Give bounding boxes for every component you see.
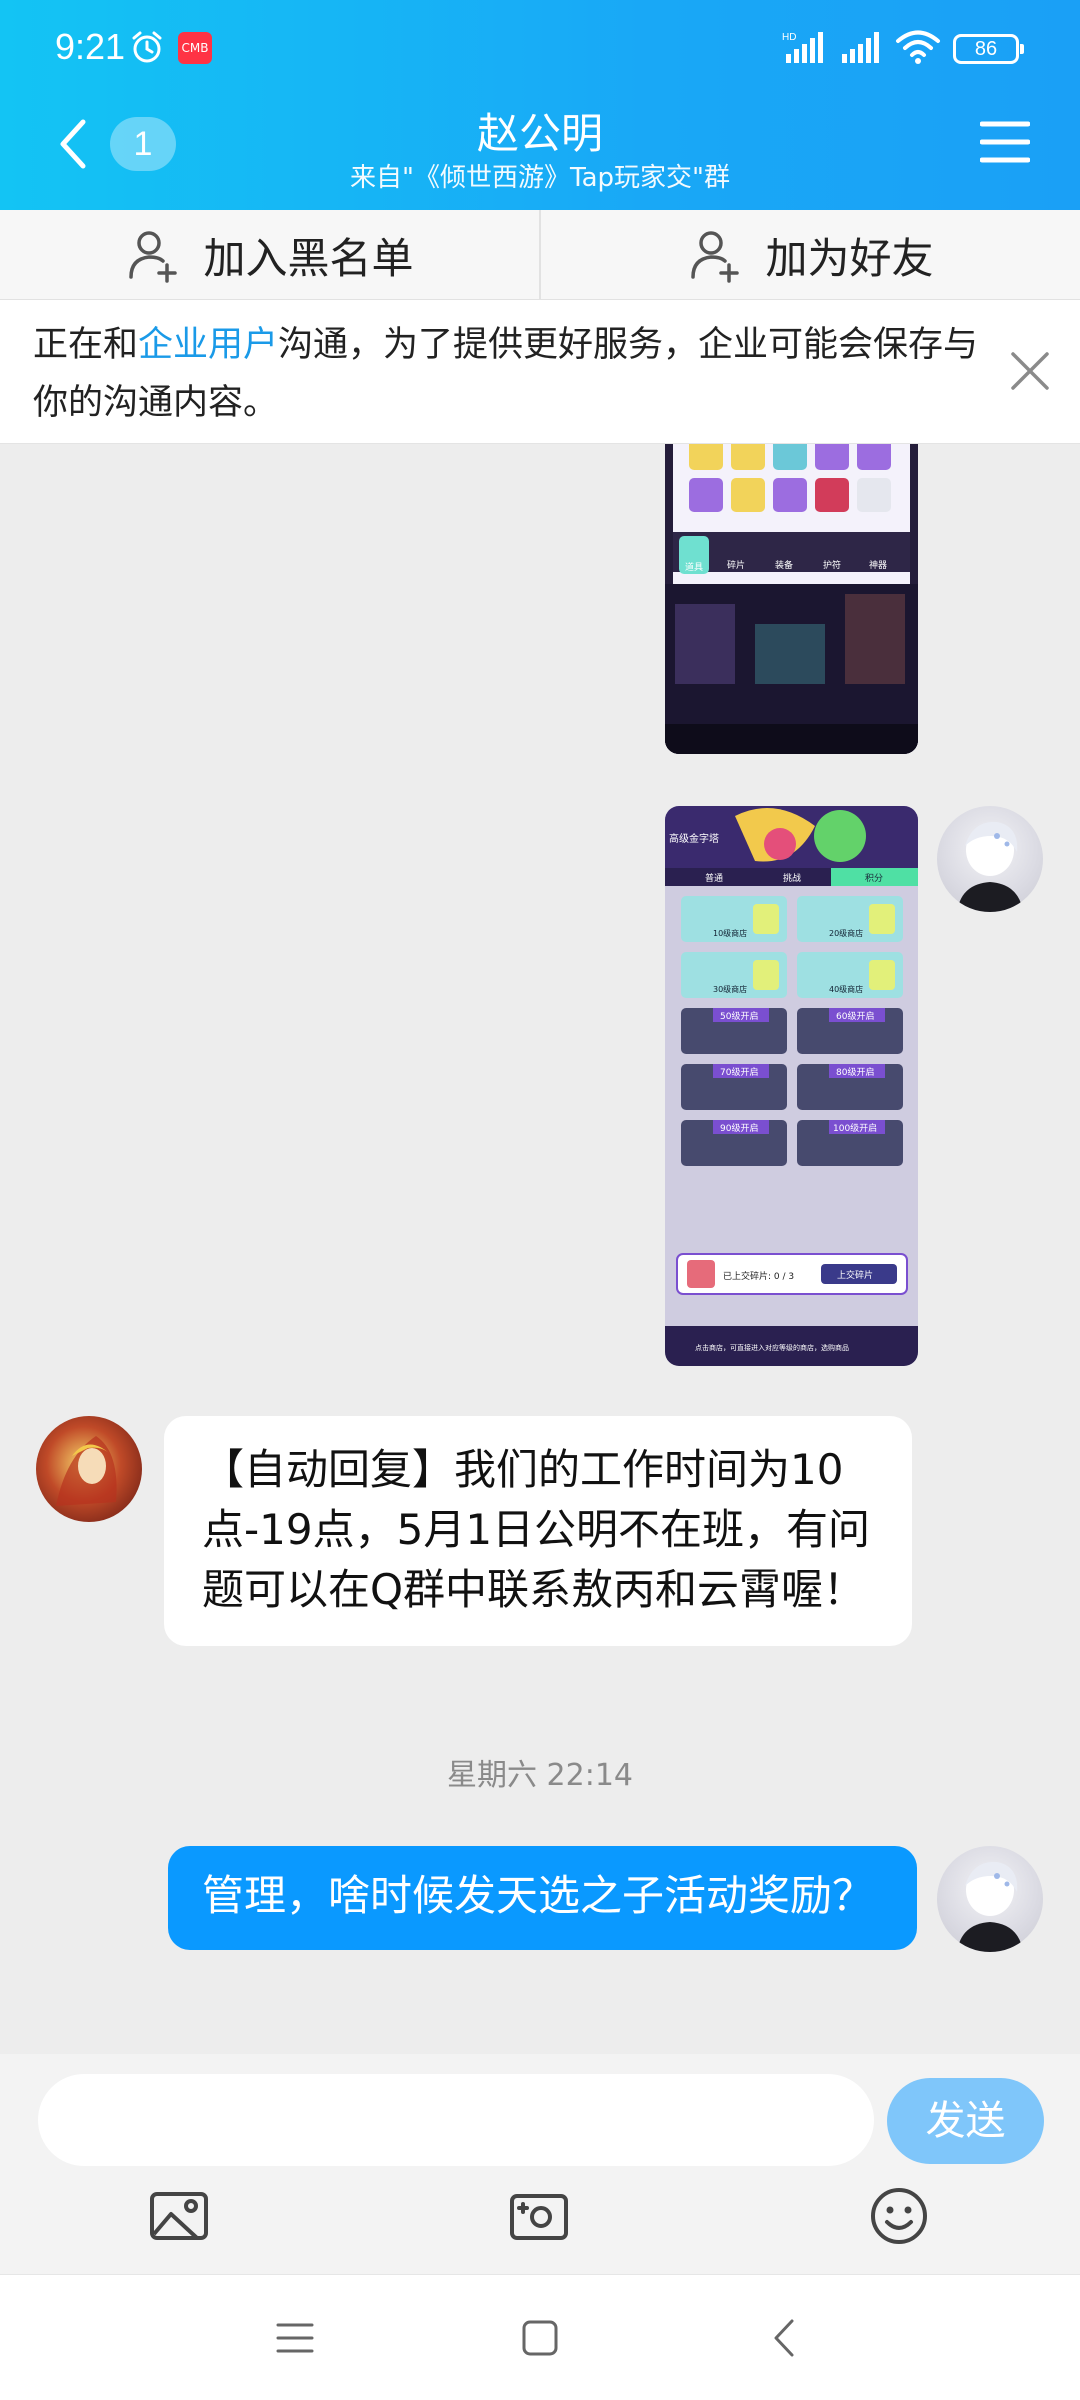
bank-app-icon: CMB [178,32,212,64]
shop-footer-text: 点击商店，可直接进入对应等级的商店，选购商品 [695,1343,849,1352]
emoji-icon[interactable] [867,2184,931,2248]
submit-fragments: 上交碎片 [837,1269,873,1281]
user-add-icon [691,231,740,283]
image-message-inventory[interactable]: 道具 碎片 装备 护符 神器 [665,444,918,754]
inv-tab-fragments: 碎片 [727,559,745,571]
shop-tab-challenge: 挑战 [783,872,801,884]
inv-tab-artifact: 神器 [869,559,887,571]
signal-icon [842,32,879,63]
enterprise-user-link[interactable]: 企业用户 [138,325,278,365]
shop-tab-normal: 普通 [705,872,723,884]
recent-apps-icon[interactable] [272,2315,318,2361]
own-avatar[interactable] [937,806,1043,912]
back-icon[interactable] [762,2315,808,2361]
page-subtitle: 来自"《倾世西游》Tap玩家交"群 [350,163,730,193]
inv-tab-props: 道具 [685,561,703,573]
shop-header-label: 高级金字塔 [669,832,719,845]
blacklist-label: 加入黑名单 [203,233,414,283]
add-to-blacklist-button[interactable]: 加入黑名单 [0,210,539,300]
notice-text: 正在和企业用户沟通，为了提供更好服务，企业可能会保存与你的沟通内容。 [33,316,983,432]
page-title: 赵公明 [476,109,603,158]
status-time: 9:21 [55,26,126,67]
signal-hd-icon: HD [782,32,823,63]
wifi-icon [896,30,940,64]
contact-avatar[interactable] [36,1416,142,1522]
message-input[interactable] [38,2074,874,2166]
chat-message-list[interactable]: 道具 碎片 装备 护符 神器 高级金字塔 普通 挑战 积分 10级商店 20级商… [0,444,1080,2054]
status-bar: 9:21 CMB HD 86 [0,0,1080,100]
avatar-portrait-icon [957,821,1023,912]
chat-header: 9:21 CMB HD 86 1 赵公明 来自"《倾世西游》Tap玩家交"群 [0,0,1080,210]
user-add-icon [129,231,178,283]
alarm-clock-icon [132,31,162,63]
message-timestamp: 星期六 22:14 [447,1758,633,1793]
shop-50-locked: 50级开启 [720,1010,758,1022]
shop-20: 20级商店 [829,928,863,938]
avatar-character-icon [56,1436,117,1506]
svg-text:HD: HD [782,32,796,43]
own-avatar[interactable] [937,1846,1043,1952]
photo-gallery-icon[interactable] [147,2184,211,2248]
shop-60-locked: 60级开启 [836,1010,874,1022]
home-icon[interactable] [517,2315,563,2361]
battery-indicator: 86 [953,34,1024,64]
incoming-message-bubble[interactable]: 【自动回复】我们的工作时间为10点-19点，5月1日公明不在班，有问题可以在Q群… [164,1416,912,1646]
shop-10: 10级商店 [713,928,747,938]
image-message-shop[interactable]: 高级金字塔 普通 挑战 积分 10级商店 20级商店 30级商店 40级商店 5… [665,806,918,1366]
inv-tab-equipment: 装备 [775,559,793,571]
shop-30: 30级商店 [713,984,747,994]
notice-prefix: 正在和 [33,325,139,365]
system-navigation-bar [0,2274,1080,2400]
inv-tab-talisman: 护符 [823,559,841,571]
shop-80-locked: 80级开启 [836,1066,874,1078]
shop-40: 40级商店 [829,984,863,994]
game-inventory-screenshot: 道具 碎片 装备 护符 神器 [665,444,918,754]
add-friend-button[interactable]: 加为好友 [541,210,1080,300]
avatar-portrait-icon [957,1861,1023,1952]
outgoing-message-bubble[interactable]: 管理，啥时候发天选之子活动奖励？ [168,1846,917,1950]
shop-70-locked: 70级开启 [720,1066,758,1078]
fragment-count: 已上交碎片: 0 / 3 [723,1270,794,1282]
add-friend-label: 加为好友 [765,233,934,283]
message-composer: 发送 [0,2054,1080,2274]
close-icon[interactable] [1007,348,1053,394]
shop-90-locked: 90级开启 [720,1122,758,1134]
camera-icon[interactable] [507,2184,571,2248]
shop-tab-points: 积分 [865,872,883,884]
enterprise-notice-banner: 正在和企业用户沟通，为了提供更好服务，企业可能会保存与你的沟通内容。 [0,300,1080,444]
menu-icon[interactable] [980,120,1030,164]
game-shop-screenshot: 高级金字塔 普通 挑战 积分 10级商店 20级商店 30级商店 40级商店 5… [665,806,918,1366]
send-button[interactable]: 发送 [887,2078,1044,2164]
contact-action-bar: 加入黑名单 加为好友 [0,210,1080,300]
shop-100-locked: 100级开启 [833,1122,877,1134]
